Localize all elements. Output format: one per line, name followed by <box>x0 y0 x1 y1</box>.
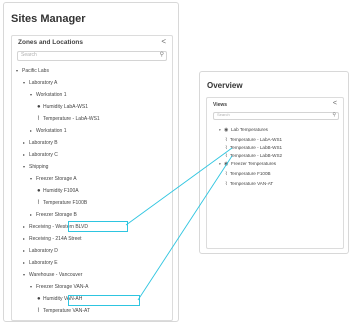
view-row[interactable]: ▾ ◉ Freezer Temperatures <box>219 160 276 168</box>
eye-icon[interactable]: ◉ <box>224 160 231 168</box>
tree-row[interactable]: ▾ Shipping <box>23 162 48 172</box>
tree-row[interactable]: ⌇ Temperature F100B <box>37 198 87 208</box>
search-icon[interactable]: ⚲ <box>332 112 336 118</box>
tree-row-label: Laboratory E <box>29 260 58 266</box>
highlight-temperature-van-at <box>68 295 140 306</box>
tree-row-label: Temperature - LabA-WS1 <box>43 116 100 122</box>
tree-row[interactable]: ▸ Laboratory D <box>23 246 58 256</box>
view-row[interactable]: ⌇ Temperature - LabA-WS1 <box>225 136 282 144</box>
tree-row-label: Freezer Storage VAN-B <box>36 320 88 321</box>
tree-row-label: Workstation 1 <box>36 128 67 134</box>
tree-row[interactable]: ▸ Laboratory B <box>23 138 58 148</box>
view-row[interactable]: ⌇ Temperature F100B <box>225 170 271 178</box>
tree-row-label: Receiving - 214A Street <box>29 236 82 242</box>
tree-row-label: Shipping <box>29 164 49 170</box>
views-search-input[interactable]: Search ⚲ <box>213 112 339 120</box>
tree-row[interactable]: ▾ Laboratory A <box>23 78 57 88</box>
sites-manager-panel: Sites Manager Zones and Locations < Sear… <box>3 2 179 322</box>
view-row-label: Temperature - LabA-WS1 <box>230 137 283 142</box>
tree-row[interactable]: ▸ Receiving - 214A Street <box>23 234 82 244</box>
tree-row[interactable]: ▾ Freezer Storage VAN-A <box>30 282 88 292</box>
zones-locations-box: Zones and Locations < Search ⚲ ▾ Pacific … <box>11 35 173 321</box>
views-header: Views <box>213 102 228 108</box>
tree-row[interactable]: ▸ Freezer Storage B <box>30 210 77 220</box>
eye-icon[interactable]: ◉ <box>224 126 231 134</box>
view-row-label: Temperature F100B <box>230 171 271 176</box>
tree-row-label: Workstation 1 <box>36 92 67 98</box>
view-row-label: Temperature - LabB-WS1 <box>230 145 283 150</box>
tree-row[interactable]: ▾ Workstation 1 <box>30 90 66 100</box>
tree-row-label: Laboratory B <box>29 140 58 146</box>
tree-row[interactable]: ⌇ Temperature - LabA-WS1 <box>37 114 100 124</box>
tree-row-label: Temperature VAN-AT <box>43 308 91 314</box>
tree-row-label: Pacific Labs <box>22 68 49 74</box>
tree-row-label: Freezer Storage VAN-A <box>36 284 89 290</box>
view-row-label: Temperature - LabB-WS2 <box>230 153 283 158</box>
tree-row-label: Humidity LabA-WS1 <box>43 104 89 110</box>
tree-row[interactable]: ▸ Workstation 1 <box>30 126 66 136</box>
highlight-temperature-f100b <box>68 221 128 232</box>
view-row-label: Lab Temperatures <box>231 127 268 132</box>
tree-row[interactable]: ▸ Laboratory E <box>23 258 58 268</box>
panel-title: Sites Manager <box>11 13 86 25</box>
view-row[interactable]: ▾ ◉ Lab Temperatures <box>219 126 268 134</box>
view-row-label: Freezer Temperatures <box>231 161 277 166</box>
tree-row-label: Temperature F100B <box>43 200 88 206</box>
tree-row-label: Laboratory C <box>29 152 58 158</box>
tree-row[interactable]: ⌇ Temperature VAN-AT <box>37 306 90 316</box>
tree-row[interactable]: ● Humidity F100A <box>37 186 79 196</box>
view-row[interactable]: ⌇ Temperature - LabB-WS2 <box>225 152 282 160</box>
views-collapse-button[interactable]: < <box>333 100 337 107</box>
view-row[interactable]: ⌇ Temperature - LabB-WS1 <box>225 144 282 152</box>
tree-row[interactable]: ▾ Pacific Labs <box>16 66 49 76</box>
tree-row[interactable]: ▾ Freezer Storage A <box>30 174 77 184</box>
collapse-button[interactable]: < <box>161 37 166 46</box>
section-header: Zones and Locations <box>18 39 84 46</box>
tree-row[interactable]: ▾ Warehouse - Vancouver <box>23 270 82 280</box>
views-search-placeholder: Search <box>217 112 230 117</box>
tree-row-label: Humidity F100A <box>43 188 79 194</box>
view-row-label: Temperature VAN-AT <box>230 181 274 186</box>
tree-row[interactable]: ▸Freezer Storage VAN-B <box>30 318 88 321</box>
search-input[interactable]: Search ⚲ <box>17 51 167 61</box>
view-row[interactable]: ⌇ Temperature VAN-AT <box>225 180 273 188</box>
tree-row-label: Laboratory A <box>29 80 58 86</box>
tree-row[interactable]: ● Humidity LabA-WS1 <box>37 102 88 112</box>
overview-title: Overview <box>207 81 243 90</box>
overview-panel: Overview Views < Search ⚲ ▾ ◉ Lab Temperat… <box>199 71 349 254</box>
tree-row-label: Warehouse - Vancouver <box>29 272 83 278</box>
search-placeholder: Search <box>21 52 37 58</box>
tree-row-label: Freezer Storage A <box>36 176 77 182</box>
tree-row[interactable]: ▸ Laboratory C <box>23 150 58 160</box>
views-box: Views < Search ⚲ ▾ ◉ Lab Temperatures ⌇ Temp… <box>206 97 344 249</box>
search-icon[interactable]: ⚲ <box>160 51 164 58</box>
tree-row-label: Laboratory D <box>29 248 58 254</box>
tree-row-label: Freezer Storage B <box>36 212 77 218</box>
